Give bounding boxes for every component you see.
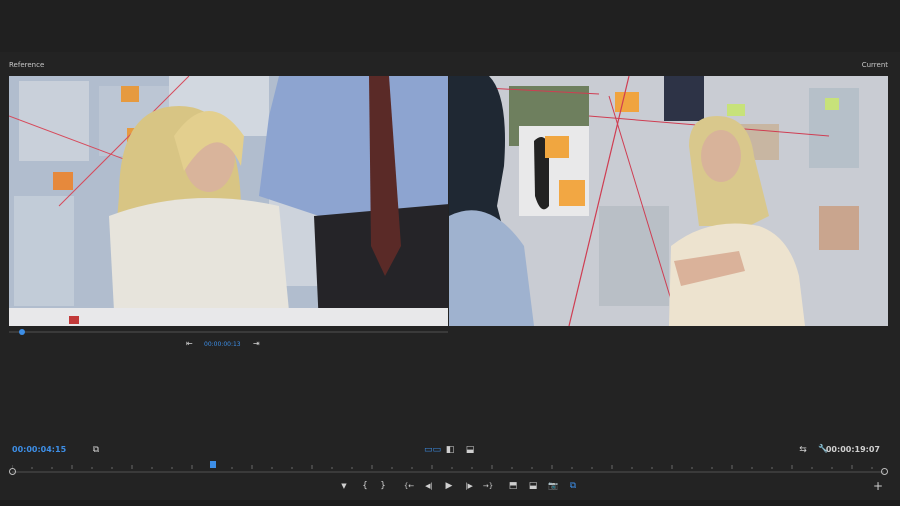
reference-label: Reference — [9, 61, 45, 69]
play-button[interactable]: ▶ — [443, 481, 455, 491]
insert-button[interactable]: ⬒ — [507, 481, 519, 491]
reference-step-back-button[interactable]: ⇤ — [186, 339, 193, 348]
timeline-track[interactable] — [12, 471, 884, 473]
monitor-top-bar — [0, 0, 900, 52]
step-back-button[interactable]: ◀| — [423, 481, 435, 491]
swap-icon[interactable]: ⇆ — [797, 445, 809, 455]
timeline-end-handle[interactable] — [881, 468, 888, 475]
go-to-in-button[interactable]: {← — [403, 481, 415, 491]
compare-icon[interactable]: ⧉ — [91, 445, 101, 455]
add-button[interactable]: + — [872, 480, 884, 492]
comparison-view-button[interactable]: ⧉ — [567, 481, 579, 491]
current-image — [449, 76, 888, 326]
export-frame-button[interactable]: 📷 — [547, 481, 559, 491]
reference-playhead[interactable] — [19, 329, 25, 335]
current-label: Current — [861, 61, 888, 69]
vertical-split-icon[interactable]: ◧ — [444, 445, 456, 455]
mark-out-button[interactable]: } — [377, 481, 389, 491]
mark-in-button[interactable]: { — [359, 481, 371, 491]
timeline-start-handle[interactable] — [9, 468, 16, 475]
playhead-timecode[interactable]: 00:00:04:15 — [12, 445, 66, 454]
time-ruler[interactable] — [12, 463, 884, 469]
overwrite-button[interactable]: ⬓ — [527, 481, 539, 491]
go-to-out-button[interactable]: →} — [482, 481, 494, 491]
add-marker-button[interactable]: ▼ — [338, 481, 350, 491]
reference-timecode[interactable]: 00:00:00:13 — [204, 341, 241, 348]
reference-step-forward-button[interactable]: ⇥ — [253, 339, 260, 348]
timeline-playhead[interactable] — [210, 461, 216, 468]
duration-timecode: 00:00:19:07 — [825, 445, 880, 454]
reference-scrubber[interactable] — [9, 331, 448, 333]
side-by-side-icon[interactable]: ▭▭ — [424, 445, 441, 455]
horizontal-split-icon[interactable]: ⬓ — [464, 445, 476, 455]
step-forward-button[interactable]: |▶ — [463, 481, 475, 491]
reference-frame[interactable] — [9, 76, 448, 326]
reference-image — [9, 76, 448, 326]
bottom-bar — [0, 500, 900, 506]
current-frame[interactable] — [449, 76, 888, 326]
